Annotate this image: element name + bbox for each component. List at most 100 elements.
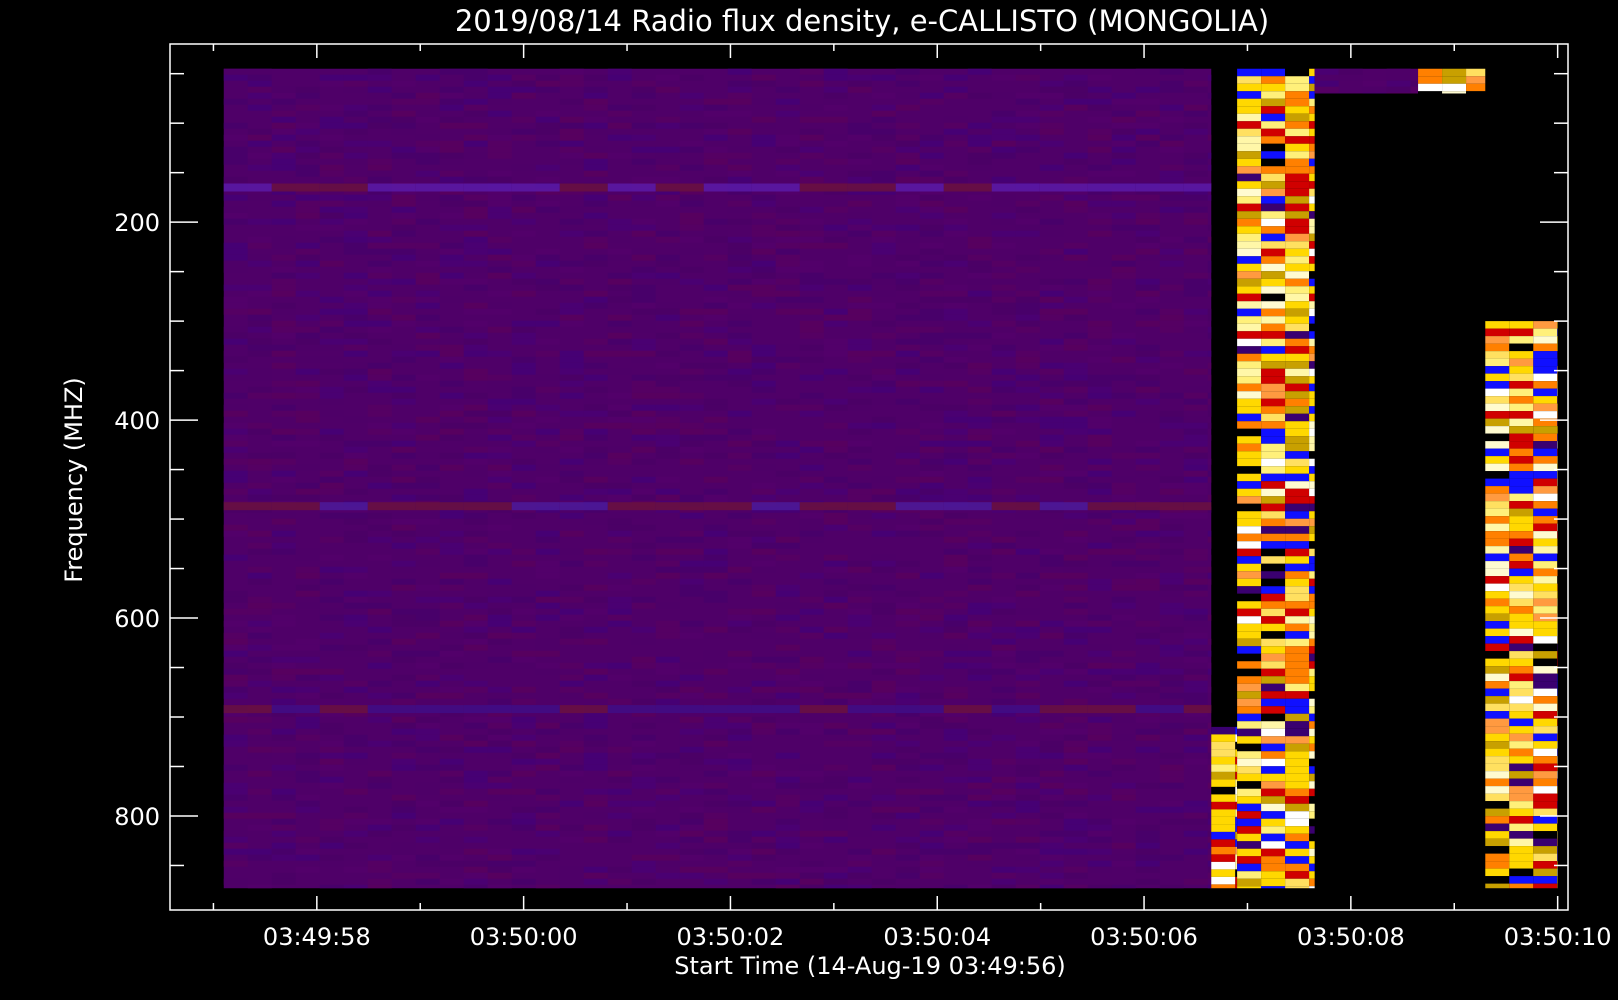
- heatmap-cell: [559, 230, 584, 237]
- heatmap-cell: [607, 608, 632, 615]
- heatmap-cell: [1509, 868, 1534, 877]
- heatmap-cell: [679, 566, 704, 573]
- heatmap-cell: [1509, 651, 1534, 659]
- heatmap-cell: [1207, 788, 1212, 795]
- heatmap-cell: [1039, 404, 1064, 411]
- heatmap-cell: [247, 530, 272, 537]
- heatmap-cell: [823, 824, 848, 831]
- heatmap-cell: [487, 194, 512, 201]
- heatmap-band: [559, 183, 608, 192]
- heatmap-cell: [1159, 530, 1184, 537]
- heatmap-cell: [607, 770, 632, 777]
- heatmap-cell: [223, 152, 248, 159]
- heatmap-cell: [1015, 530, 1040, 537]
- heatmap-cell: [1509, 673, 1534, 682]
- heatmap-cell: [1111, 110, 1136, 117]
- heatmap-cell: [1207, 152, 1212, 159]
- heatmap-cell: [1485, 816, 1510, 824]
- heatmap-cell: [535, 374, 560, 381]
- heatmap-cell: [1261, 143, 1286, 152]
- heatmap-cell: [1261, 578, 1286, 587]
- heatmap-cell: [1111, 128, 1136, 135]
- heatmap-cell: [1509, 426, 1534, 434]
- heatmap-cell: [847, 230, 872, 237]
- heatmap-cell: [871, 374, 896, 381]
- heatmap-cell: [703, 554, 728, 561]
- heatmap-cell: [679, 140, 704, 147]
- heatmap-cell: [1183, 578, 1208, 585]
- heatmap-cell: [343, 104, 368, 111]
- heatmap-cell: [775, 782, 800, 789]
- heatmap-cell: [511, 494, 536, 501]
- heatmap-cell: [223, 134, 248, 141]
- heatmap-cell: [1309, 226, 1315, 234]
- heatmap-cell: [943, 722, 968, 729]
- heatmap-cell: [1183, 674, 1208, 681]
- heatmap-cell: [1159, 776, 1184, 783]
- heatmap-cell: [727, 314, 752, 321]
- heatmap-cell: [559, 260, 584, 267]
- heatmap-cell: [799, 170, 824, 177]
- heatmap-cell: [463, 686, 488, 693]
- heatmap-cell: [487, 92, 512, 99]
- heatmap-cell: [1237, 616, 1262, 624]
- heatmap-cell: [583, 620, 608, 627]
- heatmap-cell: [823, 92, 848, 99]
- heatmap-cell: [1285, 398, 1310, 407]
- heatmap-cell: [631, 404, 656, 411]
- heatmap-cell: [943, 404, 968, 411]
- heatmap-cell: [847, 224, 872, 231]
- heatmap-cell: [1135, 860, 1160, 867]
- heatmap-cell: [463, 422, 488, 429]
- heatmap-cell: [1087, 86, 1112, 93]
- heatmap-cell: [1509, 793, 1534, 802]
- heatmap-cell: [823, 806, 848, 813]
- heatmap-cell: [1533, 838, 1558, 847]
- heatmap-cell: [847, 200, 872, 207]
- heatmap-cell: [511, 320, 536, 327]
- heatmap-cell: [583, 158, 608, 165]
- heatmap-cell: [1207, 476, 1212, 483]
- heatmap-cell: [1015, 260, 1040, 267]
- heatmap-cell: [1485, 478, 1510, 487]
- heatmap-cell: [1485, 418, 1510, 427]
- heatmap-cell: [823, 632, 848, 639]
- heatmap-cell: [1063, 176, 1088, 183]
- heatmap-cell: [1237, 428, 1262, 437]
- heatmap-cell: [943, 554, 968, 561]
- heatmap-cell: [1509, 666, 1534, 674]
- heatmap-cell: [1015, 386, 1040, 393]
- heatmap-cell: [607, 530, 632, 537]
- heatmap-cell: [1039, 398, 1064, 405]
- heatmap-cell: [703, 470, 728, 477]
- heatmap-cell: [679, 548, 704, 555]
- heatmap-cell: [487, 146, 512, 153]
- heatmap-cell: [1111, 620, 1136, 627]
- heatmap-cell: [1309, 586, 1315, 594]
- heatmap-cell: [1039, 296, 1064, 303]
- heatmap-cell: [295, 854, 320, 861]
- heatmap-cell: [1207, 818, 1212, 825]
- heatmap-cell: [319, 428, 344, 435]
- heatmap-cell: [1111, 446, 1136, 453]
- heatmap-cell: [343, 272, 368, 279]
- heatmap-cell: [871, 620, 896, 627]
- heatmap-cell: [1015, 680, 1040, 687]
- heatmap-cell: [631, 104, 656, 111]
- heatmap-cell: [511, 734, 536, 741]
- heatmap-cell: [343, 290, 368, 297]
- heatmap-cell: [511, 698, 536, 705]
- heatmap-cell: [1111, 224, 1136, 231]
- heatmap-cell: [1309, 106, 1315, 114]
- heatmap-cell: [1285, 316, 1310, 324]
- heatmap-cell: [1261, 826, 1286, 834]
- heatmap-cell: [1207, 392, 1212, 399]
- heatmap-cell: [487, 734, 512, 741]
- heatmap-cell: [655, 476, 680, 483]
- heatmap-cell: [1237, 676, 1262, 684]
- heatmap-cell: [415, 464, 440, 471]
- heatmap-cell: [439, 404, 464, 411]
- heatmap-cell: [367, 470, 392, 477]
- heatmap-cell: [655, 392, 680, 399]
- heatmap-cell: [511, 632, 536, 639]
